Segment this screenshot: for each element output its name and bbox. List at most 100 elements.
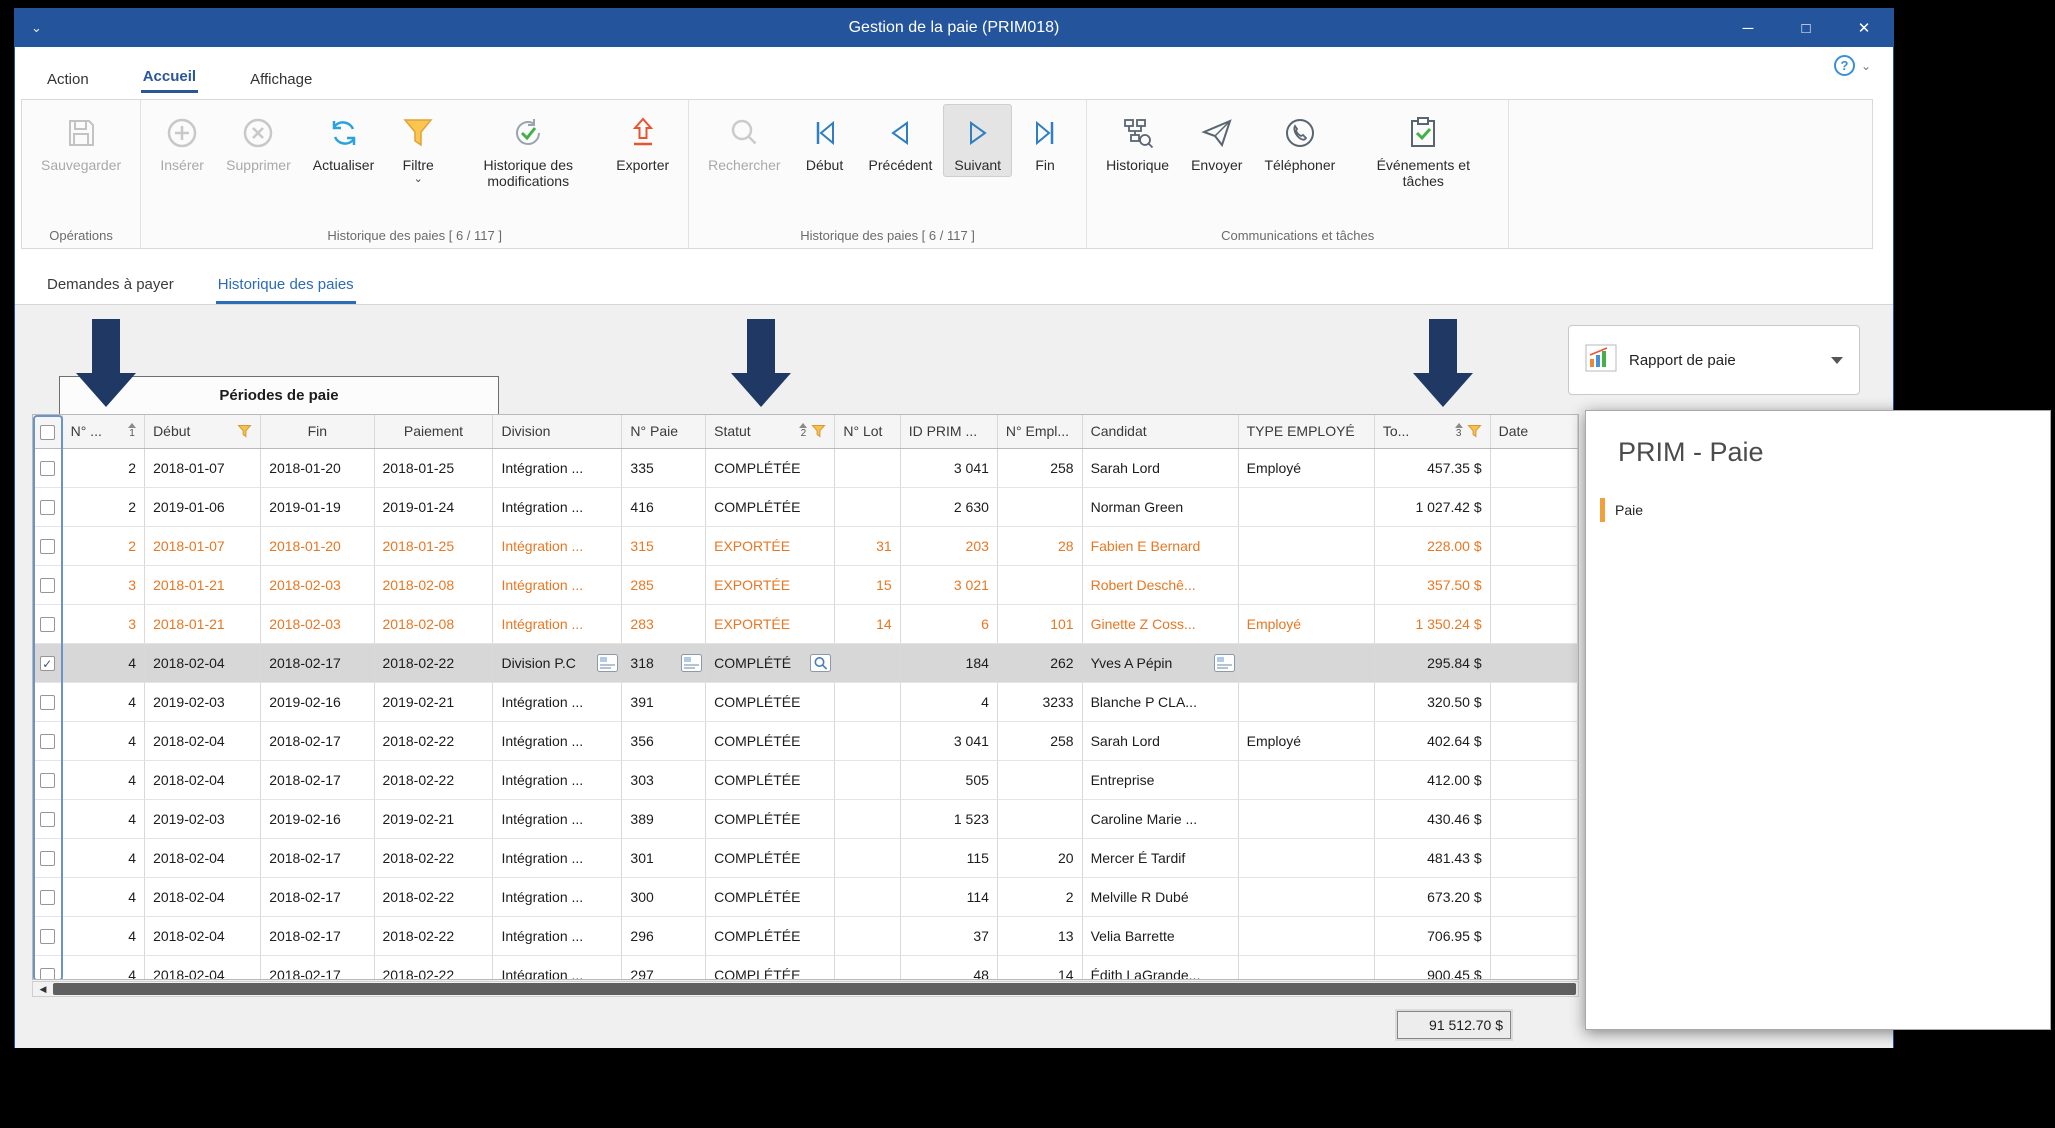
- cell-division: Intégration ...: [501, 967, 583, 981]
- refresh-button[interactable]: Actualiser: [302, 104, 385, 177]
- column-header-statut[interactable]: Statut2: [706, 415, 835, 448]
- table-row[interactable]: 22018-01-072018-01-202018-01-25Intégrati…: [33, 448, 1578, 487]
- cell-debut: 2018-02-04: [153, 772, 225, 788]
- table-row[interactable]: 32018-01-212018-02-032018-02-08Intégrati…: [33, 604, 1578, 643]
- select-all-checkbox[interactable]: [40, 425, 55, 440]
- last-button[interactable]: Fin: [1012, 104, 1078, 177]
- filter-icon[interactable]: [811, 424, 826, 438]
- scroll-left-icon[interactable]: ◀: [33, 984, 53, 995]
- open-detail-icon[interactable]: [681, 654, 702, 672]
- column-header-check[interactable]: [33, 415, 62, 448]
- column-header-fin[interactable]: Fin: [261, 415, 374, 448]
- menu-tab-action[interactable]: Action: [45, 66, 91, 93]
- insert-button[interactable]: Insérer: [149, 104, 215, 177]
- row-checkbox[interactable]: [40, 929, 55, 944]
- column-header-empl[interactable]: N° Empl...: [997, 415, 1082, 448]
- table-row[interactable]: 22018-01-072018-01-202018-01-25Intégrati…: [33, 526, 1578, 565]
- history-modifications-button[interactable]: Historique des modifications: [451, 104, 605, 193]
- column-header-type[interactable]: TYPE EMPLOYÉ: [1238, 415, 1374, 448]
- column-header-idprim[interactable]: ID PRIM ...: [900, 415, 997, 448]
- open-detail-icon[interactable]: [1214, 654, 1235, 672]
- column-header-debut[interactable]: Début: [145, 415, 261, 448]
- open-detail-icon[interactable]: [597, 654, 618, 672]
- row-checkbox[interactable]: [40, 734, 55, 749]
- cell-empl: 262: [1050, 655, 1073, 671]
- table-row[interactable]: 42019-02-032019-02-162019-02-21Intégrati…: [33, 799, 1578, 838]
- row-checkbox[interactable]: ✓: [40, 656, 55, 671]
- cell-idprim: 1 523: [954, 811, 989, 827]
- cell-total: 900.45 $: [1427, 967, 1482, 981]
- row-checkbox[interactable]: [40, 617, 55, 632]
- table-row[interactable]: 42018-02-042018-02-172018-02-22Intégrati…: [33, 838, 1578, 877]
- scrollbar-thumb[interactable]: [53, 983, 1576, 995]
- column-label: TYPE EMPLOYÉ: [1247, 423, 1355, 439]
- save-button[interactable]: Sauvegarder: [30, 104, 132, 177]
- events-tasks-button[interactable]: Événements et tâches: [1346, 104, 1500, 193]
- search-button[interactable]: Rechercher: [697, 104, 791, 177]
- cell-candidat: Melville R Dubé: [1091, 889, 1189, 905]
- tab-demandes-a-payer[interactable]: Demandes à payer: [45, 268, 176, 304]
- row-checkbox[interactable]: [40, 695, 55, 710]
- view-tabs: Demandes à payer Historique des paies: [15, 251, 1893, 305]
- minimize-button[interactable]: ─: [1719, 9, 1777, 47]
- next-button[interactable]: Suivant: [943, 104, 1012, 177]
- cell-statut: EXPORTÉE: [714, 538, 790, 554]
- table-row[interactable]: 32018-01-212018-02-032018-02-08Intégrati…: [33, 565, 1578, 604]
- delete-icon: [241, 112, 275, 154]
- maximize-button[interactable]: □: [1777, 9, 1835, 47]
- column-header-paie[interactable]: N° Paie: [622, 415, 706, 448]
- side-panel-item-paie[interactable]: Paie: [1600, 498, 2050, 522]
- cell-paie: 300: [630, 889, 653, 905]
- tab-historique-des-paies[interactable]: Historique des paies: [216, 268, 356, 304]
- row-checkbox[interactable]: [40, 812, 55, 827]
- send-button[interactable]: Envoyer: [1180, 104, 1253, 177]
- cell-fin: 2018-02-03: [269, 577, 341, 593]
- phone-button[interactable]: Téléphoner: [1253, 104, 1346, 177]
- column-header-lot[interactable]: N° Lot: [835, 415, 900, 448]
- filter-button[interactable]: Filtre ⌄: [385, 104, 451, 187]
- cell-paie: 283: [630, 616, 653, 632]
- row-checkbox[interactable]: [40, 968, 55, 980]
- horizontal-scrollbar[interactable]: ◀: [32, 981, 1579, 997]
- column-header-paiement[interactable]: Paiement: [374, 415, 493, 448]
- filter-icon[interactable]: [237, 424, 252, 438]
- previous-button[interactable]: Précédent: [858, 104, 944, 177]
- table-row[interactable]: 42018-02-042018-02-172018-02-22Intégrati…: [33, 955, 1578, 980]
- column-header-total[interactable]: To...3: [1374, 415, 1490, 448]
- column-header-date[interactable]: Date: [1490, 415, 1577, 448]
- row-checkbox[interactable]: [40, 500, 55, 515]
- menu-tab-affichage[interactable]: Affichage: [248, 66, 314, 93]
- export-button[interactable]: Exporter: [605, 104, 680, 177]
- column-header-division[interactable]: Division: [493, 415, 622, 448]
- row-checkbox[interactable]: [40, 578, 55, 593]
- column-header-num[interactable]: N° ...1: [62, 415, 144, 448]
- comm-history-button[interactable]: Historique: [1095, 104, 1180, 177]
- help-icon[interactable]: ?: [1834, 55, 1855, 76]
- chevron-down-icon[interactable]: ⌄: [1861, 59, 1871, 73]
- delete-button[interactable]: Supprimer: [215, 104, 302, 177]
- close-button[interactable]: ✕: [1835, 9, 1893, 47]
- row-checkbox[interactable]: [40, 851, 55, 866]
- table-row[interactable]: 42018-02-042018-02-172018-02-22Intégrati…: [33, 760, 1578, 799]
- column-header-candidat[interactable]: Candidat: [1082, 415, 1238, 448]
- table-row[interactable]: 22019-01-062019-01-192019-01-24Intégrati…: [33, 487, 1578, 526]
- table-row[interactable]: 42019-02-032019-02-162019-02-21Intégrati…: [33, 682, 1578, 721]
- row-checkbox[interactable]: [40, 539, 55, 554]
- cell-debut: 2018-01-21: [153, 577, 225, 593]
- row-checkbox[interactable]: [40, 461, 55, 476]
- table-row[interactable]: ✓42018-02-042018-02-172018-02-22Division…: [33, 643, 1578, 682]
- cell-division: Intégration ...: [501, 889, 583, 905]
- row-checkbox[interactable]: [40, 773, 55, 788]
- refresh-icon: [327, 112, 361, 154]
- table-row[interactable]: 42018-02-042018-02-172018-02-22Intégrati…: [33, 721, 1578, 760]
- menu-tab-accueil[interactable]: Accueil: [141, 63, 198, 93]
- filter-icon[interactable]: [1467, 424, 1482, 438]
- table-row[interactable]: 42018-02-042018-02-172018-02-22Intégrati…: [33, 916, 1578, 955]
- row-search-icon[interactable]: [810, 654, 831, 672]
- report-dropdown[interactable]: Rapport de paie: [1568, 325, 1860, 395]
- table-row[interactable]: 42018-02-042018-02-172018-02-22Intégrati…: [33, 877, 1578, 916]
- first-button[interactable]: Début: [792, 104, 858, 177]
- table-header-row: N° ...1DébutFinPaiementDivisionN° PaieSt…: [33, 415, 1578, 448]
- row-checkbox[interactable]: [40, 890, 55, 905]
- cell-candidat: Sarah Lord: [1091, 460, 1160, 476]
